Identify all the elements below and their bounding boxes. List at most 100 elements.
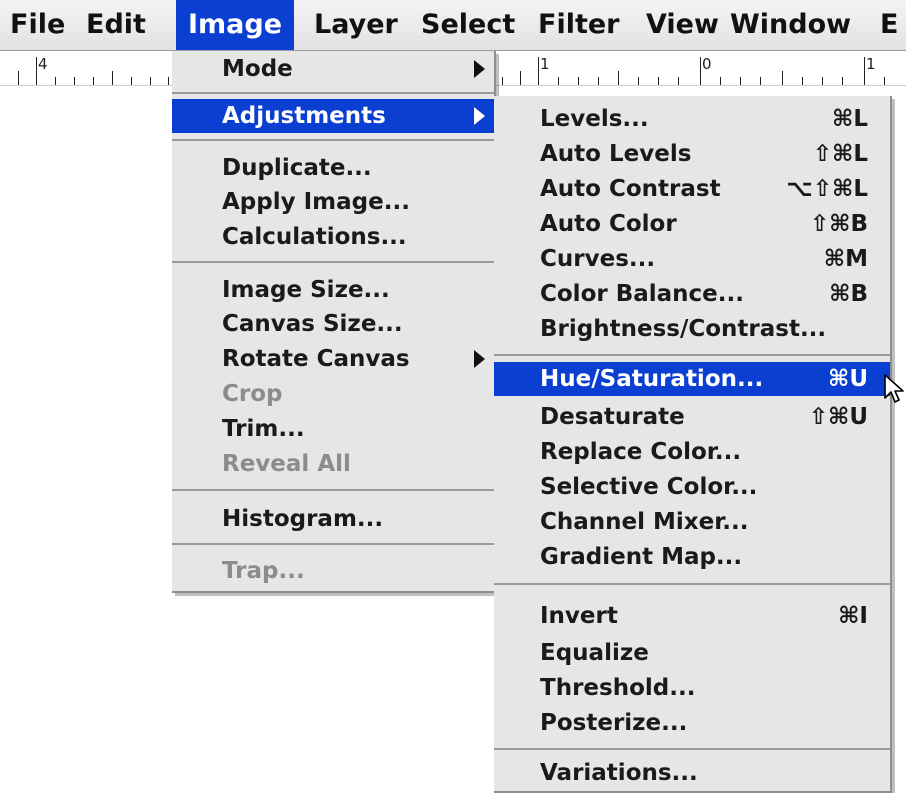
menu-item-label: Posterize... bbox=[540, 710, 688, 736]
menu-item-hue-saturation[interactable]: Hue/Saturation... ⌘U bbox=[494, 362, 890, 396]
menu-item-calculations[interactable]: Calculations... bbox=[172, 220, 494, 254]
menu-item-trim[interactable]: Trim... bbox=[172, 412, 494, 446]
ruler-left: 4 bbox=[0, 51, 172, 86]
ruler-tick bbox=[538, 57, 539, 85]
ruler-label: 1 bbox=[866, 55, 876, 73]
ruler-tick bbox=[678, 77, 679, 85]
ruler-tick bbox=[638, 77, 639, 85]
menu-item-auto-levels[interactable]: Auto Levels ⇧⌘L bbox=[494, 137, 890, 171]
menu-item-label: Calculations... bbox=[222, 224, 407, 250]
menu-edge-item[interactable]: E bbox=[880, 0, 898, 50]
menu-item-label: Gradient Map... bbox=[540, 544, 743, 570]
menu-item-levels[interactable]: Levels... ⌘L bbox=[494, 102, 890, 136]
menu-item-invert[interactable]: Invert ⌘I bbox=[494, 599, 890, 633]
menu-item-mode[interactable]: Mode bbox=[172, 52, 494, 86]
menu-item-label: Invert bbox=[540, 603, 618, 629]
ruler-tick bbox=[864, 57, 865, 85]
ruler-tick bbox=[74, 77, 75, 85]
menu-item-label: Rotate Canvas bbox=[222, 346, 410, 372]
menu-item-apply-image[interactable]: Apply Image... bbox=[172, 185, 494, 219]
menu-item-histogram[interactable]: Histogram... bbox=[172, 502, 494, 536]
menu-item-channel-mixer[interactable]: Channel Mixer... bbox=[494, 505, 890, 539]
ruler-tick bbox=[112, 71, 113, 85]
menu-bar: File Edit Image Layer Select Filter View… bbox=[0, 0, 906, 51]
menu-item-label: Image Size... bbox=[222, 277, 390, 303]
menu-edit[interactable]: Edit bbox=[86, 0, 146, 50]
menu-item-rotate-canvas[interactable]: Rotate Canvas bbox=[172, 342, 494, 376]
menu-item-label: Trap... bbox=[222, 558, 305, 584]
menu-item-duplicate[interactable]: Duplicate... bbox=[172, 151, 494, 185]
menu-item-label: Levels... bbox=[540, 106, 649, 132]
menu-item-label: Replace Color... bbox=[540, 439, 742, 465]
menu-item-reveal-all[interactable]: Reveal All bbox=[172, 447, 494, 481]
screen: File Edit Image Layer Select Filter View… bbox=[0, 0, 906, 793]
ruler-tick bbox=[93, 77, 94, 85]
menu-item-trap[interactable]: Trap... bbox=[172, 554, 494, 588]
menu-item-label: Reveal All bbox=[222, 451, 351, 477]
ruler-right: 1 0 1 bbox=[494, 51, 906, 86]
menu-item-crop[interactable]: Crop bbox=[172, 377, 494, 411]
menu-item-label: Curves... bbox=[540, 246, 656, 272]
menu-filter[interactable]: Filter bbox=[538, 0, 620, 50]
menu-item-label: Variations... bbox=[540, 760, 698, 786]
menu-item-label: Desaturate bbox=[540, 404, 685, 430]
menu-item-adjustments[interactable]: Adjustments bbox=[172, 99, 494, 133]
menu-separator bbox=[172, 489, 494, 491]
menu-item-label: Auto Color bbox=[540, 211, 677, 237]
menu-item-desaturate[interactable]: Desaturate ⇧⌘U bbox=[494, 400, 890, 434]
menu-item-label: Channel Mixer... bbox=[540, 509, 749, 535]
image-menu: Mode Adjustments Duplicate... Apply Imag… bbox=[172, 51, 496, 593]
menu-separator bbox=[494, 583, 890, 585]
menu-item-selective-color[interactable]: Selective Color... bbox=[494, 470, 890, 504]
menu-item-equalize[interactable]: Equalize bbox=[494, 636, 890, 670]
menu-layer[interactable]: Layer bbox=[314, 0, 398, 50]
menu-item-label: Trim... bbox=[222, 416, 305, 442]
menu-separator bbox=[172, 92, 494, 94]
menu-item-replace-color[interactable]: Replace Color... bbox=[494, 435, 890, 469]
shortcut-label: ⌘B bbox=[829, 281, 868, 307]
menu-item-variations[interactable]: Variations... bbox=[494, 756, 890, 790]
menu-image[interactable]: Image bbox=[176, 0, 295, 50]
ruler-tick bbox=[55, 77, 56, 85]
ruler-tick bbox=[502, 77, 503, 85]
menu-view[interactable]: View bbox=[646, 0, 719, 50]
menu-window[interactable]: Window bbox=[730, 0, 851, 50]
menu-item-label: Crop bbox=[222, 381, 283, 407]
ruler-tick bbox=[578, 77, 579, 85]
menu-item-canvas-size[interactable]: Canvas Size... bbox=[172, 307, 494, 341]
menu-item-auto-contrast[interactable]: Auto Contrast ⌥⇧⌘L bbox=[494, 172, 890, 206]
menu-file[interactable]: File bbox=[10, 0, 65, 50]
menu-item-label: Adjustments bbox=[222, 103, 386, 129]
ruler-tick bbox=[700, 57, 701, 85]
ruler-tick bbox=[720, 77, 721, 85]
ruler-tick bbox=[822, 77, 823, 85]
menu-item-color-balance[interactable]: Color Balance... ⌘B bbox=[494, 277, 890, 311]
ruler-tick bbox=[658, 77, 659, 85]
submenu-arrow-icon bbox=[474, 60, 485, 78]
shortcut-label: ⌘I bbox=[838, 603, 868, 629]
menu-item-label: Equalize bbox=[540, 640, 649, 666]
menu-item-gradient-map[interactable]: Gradient Map... bbox=[494, 540, 890, 574]
menu-item-label: Threshold... bbox=[540, 675, 696, 701]
menu-item-curves[interactable]: Curves... ⌘M bbox=[494, 242, 890, 276]
menu-item-label: Hue/Saturation... bbox=[540, 366, 764, 392]
ruler-tick bbox=[618, 71, 619, 85]
menu-item-posterize[interactable]: Posterize... bbox=[494, 706, 890, 740]
ruler-tick bbox=[36, 57, 37, 85]
adjustments-submenu: Levels... ⌘L Auto Levels ⇧⌘L Auto Contra… bbox=[494, 96, 892, 793]
menu-item-label: Canvas Size... bbox=[222, 311, 403, 337]
submenu-arrow-icon bbox=[474, 107, 485, 125]
menu-separator bbox=[494, 354, 890, 356]
submenu-arrow-icon bbox=[474, 350, 485, 368]
menu-select[interactable]: Select bbox=[421, 0, 515, 50]
mouse-cursor-icon bbox=[884, 374, 906, 410]
ruler-tick bbox=[740, 77, 741, 85]
menu-item-threshold[interactable]: Threshold... bbox=[494, 671, 890, 705]
menu-item-brightness-contrast[interactable]: Brightness/Contrast... bbox=[494, 312, 890, 346]
shortcut-label: ⇧⌘L bbox=[812, 141, 868, 167]
menu-separator bbox=[494, 748, 890, 750]
menu-item-image-size[interactable]: Image Size... bbox=[172, 273, 494, 307]
menu-separator bbox=[172, 139, 494, 141]
menu-item-auto-color[interactable]: Auto Color ⇧⌘B bbox=[494, 207, 890, 241]
ruler-tick bbox=[131, 77, 132, 85]
